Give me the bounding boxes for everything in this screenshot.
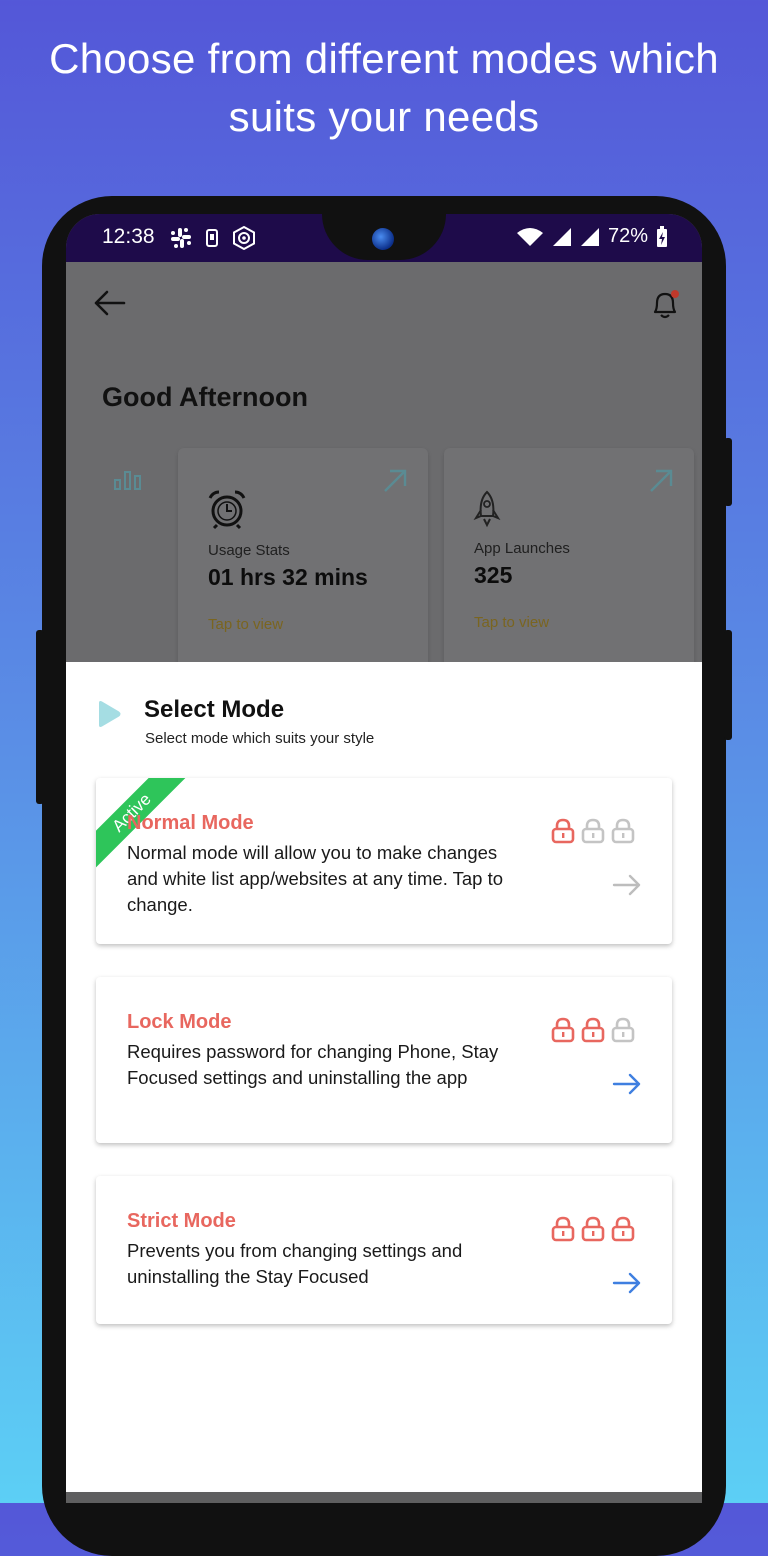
lock-icon bbox=[581, 1017, 605, 1043]
mode-description: Normal mode will allow you to make chang… bbox=[127, 842, 504, 915]
lock-level bbox=[551, 1017, 635, 1043]
hexagon-app-icon bbox=[233, 226, 255, 250]
lock-icon bbox=[551, 1216, 575, 1242]
mode-title: Lock Mode bbox=[127, 1011, 232, 1033]
phone-power-button bbox=[724, 438, 732, 506]
signal-icon-2 bbox=[580, 227, 599, 246]
lock-icon bbox=[551, 1017, 575, 1043]
stat-label: App Launches bbox=[474, 540, 570, 557]
mode-title: Normal Mode bbox=[127, 812, 254, 834]
stat-label: Usage Stats bbox=[208, 542, 290, 559]
phone-status-icon bbox=[206, 229, 218, 247]
lock-level bbox=[551, 1216, 635, 1242]
signal-icon bbox=[552, 227, 571, 246]
notification-bell-icon[interactable] bbox=[648, 286, 682, 322]
play-triangle-icon bbox=[99, 701, 121, 727]
sheet-title: Select Mode bbox=[144, 696, 285, 723]
lock-icon bbox=[551, 818, 575, 844]
lock-icon bbox=[611, 1017, 635, 1043]
lock-icon bbox=[581, 1216, 605, 1242]
tap-to-view-link[interactable]: Tap to view bbox=[208, 616, 283, 633]
phone-side-button bbox=[724, 630, 732, 740]
rocket-icon bbox=[473, 490, 501, 528]
mode-title: Strict Mode bbox=[127, 1210, 236, 1232]
app-launches-card[interactable]: App Launches 325 Tap to view bbox=[444, 448, 694, 678]
navigation-bar bbox=[66, 1492, 702, 1503]
bar-chart-icon[interactable] bbox=[114, 470, 142, 490]
wifi-icon bbox=[516, 227, 543, 246]
stat-value: 01 hrs 32 mins bbox=[208, 564, 368, 590]
mode-description: Requires password for changing Phone, St… bbox=[127, 1041, 499, 1088]
back-arrow-icon[interactable] bbox=[92, 288, 126, 318]
mode-description: Prevents you from changing settings and … bbox=[127, 1240, 463, 1287]
alarm-clock-icon bbox=[208, 490, 246, 530]
headline: Choose from different modes which suits … bbox=[49, 35, 719, 140]
slack-icon bbox=[171, 228, 191, 248]
open-arrow-icon bbox=[384, 469, 407, 492]
select-mode-sheet: Select Mode Select mode which suits your… bbox=[66, 662, 702, 1492]
lock-level bbox=[551, 818, 635, 844]
phone-screen: 12:38 72% Good Afternoon Usage Stats 01 … bbox=[66, 214, 702, 1503]
stat-value: 325 bbox=[474, 562, 513, 588]
status-time: 12:38 bbox=[102, 225, 155, 248]
usage-stats-card[interactable]: Usage Stats 01 hrs 32 mins Tap to view bbox=[178, 448, 428, 678]
sheet-subtitle: Select mode which suits your style bbox=[145, 730, 375, 747]
greeting-title: Good Afternoon bbox=[102, 382, 308, 412]
lock-icon bbox=[611, 1216, 635, 1242]
arrow-right-icon[interactable] bbox=[612, 1073, 642, 1095]
open-arrow-icon bbox=[650, 469, 673, 492]
arrow-right-icon[interactable] bbox=[612, 874, 642, 896]
battery-percent: 72% bbox=[607, 225, 648, 247]
front-camera bbox=[372, 228, 394, 250]
lock-icon bbox=[611, 818, 635, 844]
phone-volume-button bbox=[36, 630, 44, 804]
normal-mode-card[interactable]: Active Normal Mode Normal mode will allo… bbox=[96, 778, 672, 944]
lock-icon bbox=[581, 818, 605, 844]
battery-icon bbox=[657, 225, 667, 247]
lock-mode-card[interactable]: Lock Mode Requires password for changing… bbox=[96, 977, 672, 1143]
arrow-right-icon[interactable] bbox=[612, 1272, 642, 1294]
tap-to-view-link[interactable]: Tap to view bbox=[474, 614, 549, 631]
strict-mode-card[interactable]: Strict Mode Prevents you from changing s… bbox=[96, 1176, 672, 1324]
